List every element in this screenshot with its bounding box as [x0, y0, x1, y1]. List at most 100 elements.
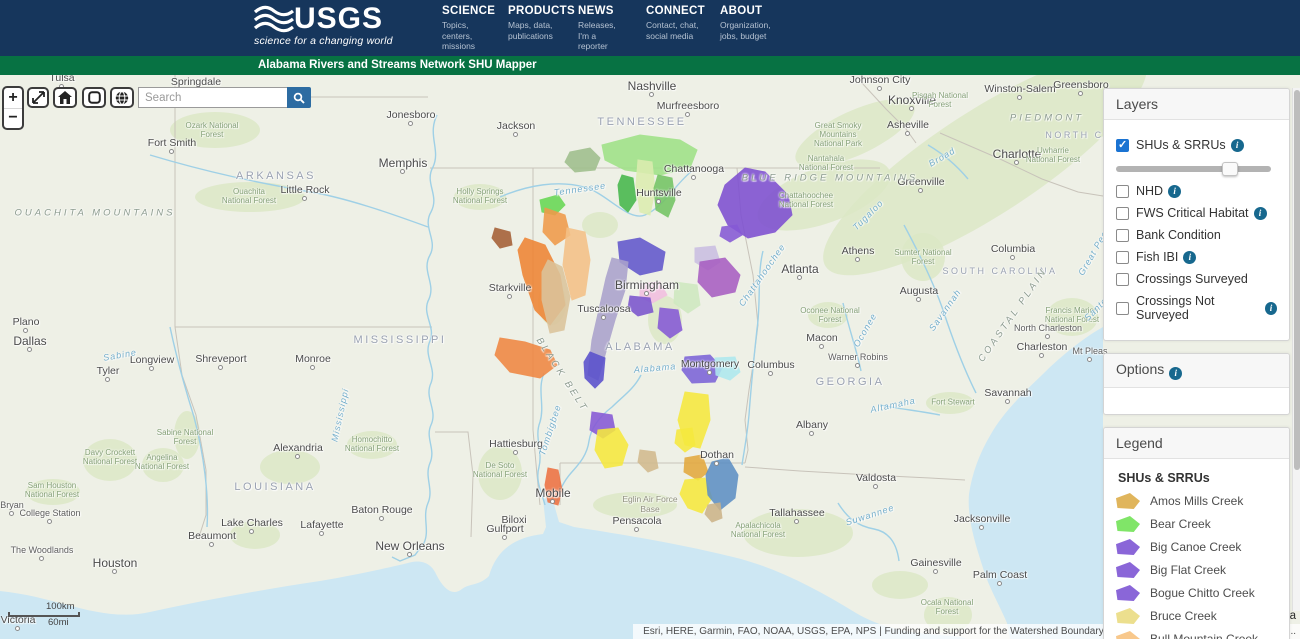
- default-extent-button[interactable]: [82, 87, 106, 108]
- forest-patch: [593, 492, 677, 518]
- shu-gold: [684, 455, 708, 480]
- home-icon: [58, 91, 72, 104]
- legend-group-title: SHUs & SRRUs: [1118, 471, 1277, 485]
- layer-checkbox[interactable]: [1116, 207, 1129, 220]
- ocean-water: [969, 327, 1103, 639]
- forest-patch: [582, 212, 618, 238]
- nav-item-connect[interactable]: CONNECTContact, chat, social media: [646, 5, 710, 52]
- layer-label[interactable]: Crossings Surveyed: [1136, 272, 1248, 286]
- shu-tan-south: [705, 503, 722, 522]
- usgs-wave-icon: [254, 4, 294, 34]
- layer-label[interactable]: NHD: [1136, 184, 1163, 198]
- layer-row: SHUs & SRRUs i: [1116, 138, 1277, 152]
- legend-label: Bear Creek: [1150, 517, 1211, 531]
- shu-green-vertical: [618, 175, 636, 212]
- shu-tan-eglin: [638, 450, 658, 472]
- layer-checkbox[interactable]: [1116, 139, 1129, 152]
- usgs-logo[interactable]: USGS science for a changing world: [254, 4, 393, 47]
- shu-yellow-sw: [595, 428, 628, 468]
- info-icon[interactable]: i: [1254, 207, 1267, 220]
- options-header: Optionsi: [1104, 354, 1289, 388]
- shu-yellow-dothan-w: [675, 428, 695, 452]
- layer-label[interactable]: SHUs & SRRUs: [1136, 138, 1226, 152]
- info-icon[interactable]: i: [1265, 302, 1277, 315]
- slider-track[interactable]: [1116, 166, 1271, 172]
- layer-checkbox[interactable]: [1116, 302, 1129, 315]
- river-line: [538, 373, 545, 505]
- nav-item-news[interactable]: NEWSReleases, I'm a reporter: [578, 5, 636, 52]
- fullscreen-button[interactable]: [27, 87, 49, 108]
- search-button[interactable]: [287, 87, 311, 108]
- info-icon[interactable]: i: [1183, 251, 1196, 264]
- nav-item-science[interactable]: SCIENCETopics, centers, missions: [442, 5, 498, 52]
- zoom-out-button[interactable]: −: [4, 109, 22, 129]
- layers-card: Layers SHUs & SRRUsiNHDiFWS Critical Hab…: [1103, 88, 1290, 341]
- forest-patch: [195, 182, 305, 212]
- zoom-in-button[interactable]: +: [4, 88, 22, 108]
- nav-subtitle: Contact, chat, social media: [646, 20, 710, 41]
- layer-row: FWS Critical Habitat i: [1116, 206, 1277, 220]
- layer-checkbox[interactable]: [1116, 229, 1129, 242]
- forest-patch: [83, 439, 137, 481]
- layer-checkbox[interactable]: [1116, 273, 1129, 286]
- forest-patch: [347, 431, 397, 459]
- legend-item: Bear Creek: [1116, 516, 1277, 532]
- search-box: [138, 87, 288, 108]
- legend-swatch: [1116, 493, 1140, 509]
- river-line: [742, 251, 763, 465]
- scale-mi-label: 60mi: [48, 617, 80, 628]
- layer-label[interactable]: Fish IBI: [1136, 250, 1178, 264]
- nav-subtitle: Maps, data, publications: [508, 20, 568, 41]
- forest-patch: [142, 448, 184, 482]
- shu-mapper-app: TulsaSpringdaleJonesboroFort SmithLittle…: [0, 0, 1300, 639]
- legend-swatch: [1116, 516, 1140, 532]
- forest-patch: [478, 446, 522, 500]
- side-panel: Layers SHUs & SRRUsiNHDiFWS Critical Hab…: [1103, 88, 1290, 611]
- forest-patch: [808, 302, 848, 328]
- info-icon[interactable]: i: [1169, 367, 1182, 380]
- usgs-header: USGS science for a changing world SCIENC…: [0, 0, 1300, 56]
- shu-indigo: [584, 352, 605, 388]
- layer-checkbox[interactable]: [1116, 251, 1129, 264]
- shu-cyan: [715, 357, 740, 380]
- scrollbar-thumb[interactable]: [1294, 90, 1300, 470]
- options-body: [1104, 388, 1289, 414]
- state-border: [435, 432, 473, 537]
- panel-scrollbar[interactable]: [1292, 88, 1300, 611]
- layer-row: Crossings Not Surveyed i: [1116, 294, 1277, 322]
- shu-magenta: [698, 258, 740, 297]
- legend-swatch: [1116, 539, 1140, 555]
- shu-blue-choct: [706, 458, 738, 510]
- slider-handle[interactable]: [1222, 162, 1238, 176]
- layer-row: Bank Condition: [1116, 228, 1277, 242]
- nav-item-about[interactable]: ABOUTOrganization, jobs, budget: [720, 5, 780, 52]
- legend-item: Big Canoe Creek: [1116, 539, 1277, 555]
- app-title-bar: Alabama Rivers and Streams Network SHU M…: [0, 56, 1300, 75]
- search-input[interactable]: [138, 87, 288, 108]
- forest-patch: [901, 233, 945, 281]
- shu-purple-bham: [628, 296, 653, 316]
- home-button[interactable]: [53, 87, 77, 108]
- legend-swatch: [1116, 631, 1140, 639]
- scale-bar: 100km 60mi: [8, 601, 80, 628]
- legend-label: Big Flat Creek: [1150, 563, 1226, 577]
- basemap-button[interactable]: [110, 87, 134, 108]
- info-icon[interactable]: i: [1231, 139, 1244, 152]
- layer-label[interactable]: Crossings Not Surveyed: [1136, 294, 1260, 322]
- layer-checkbox[interactable]: [1116, 185, 1129, 198]
- layer-label[interactable]: Bank Condition: [1136, 228, 1221, 242]
- nav-subtitle: Organization, jobs, budget: [720, 20, 780, 41]
- legend-swatch: [1116, 562, 1140, 578]
- extent-icon: [88, 91, 101, 104]
- shu-dark-brown: [492, 228, 512, 248]
- opacity-slider[interactable]: [1116, 162, 1277, 176]
- forest-patch: [743, 509, 853, 557]
- nav-item-products[interactable]: PRODUCTSMaps, data, publications: [508, 5, 568, 52]
- legend-label: Big Canoe Creek: [1150, 540, 1241, 554]
- layers-header: Layers: [1104, 89, 1289, 120]
- info-icon[interactable]: i: [1168, 185, 1181, 198]
- layer-label[interactable]: FWS Critical Habitat: [1136, 206, 1249, 220]
- river-line: [843, 303, 861, 371]
- scale-km-label: 100km: [46, 601, 80, 612]
- legend-label: Amos Mills Creek: [1150, 494, 1243, 508]
